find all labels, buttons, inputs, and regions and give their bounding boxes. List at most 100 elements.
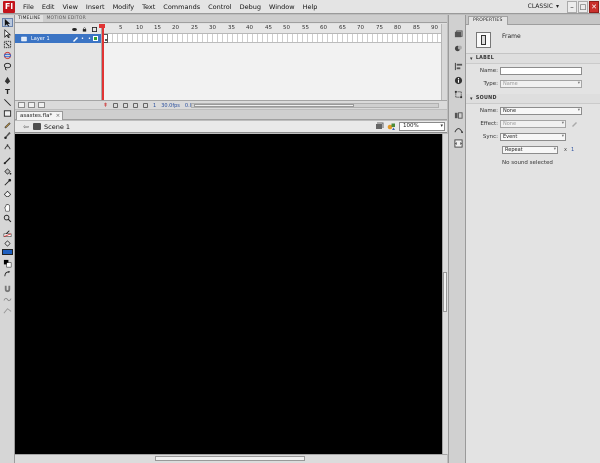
onion-markers-icon[interactable]: [143, 103, 149, 108]
delete-layer-button[interactable]: [38, 102, 45, 108]
chevron-down-icon[interactable]: ▾: [556, 3, 559, 10]
menu-edit[interactable]: Edit: [38, 0, 59, 14]
edit-scene-icon[interactable]: [375, 122, 384, 131]
pen-tool-icon[interactable]: [2, 76, 13, 85]
fill-color-icon[interactable]: [2, 239, 13, 248]
snap-to-objects-icon[interactable]: [2, 284, 13, 293]
repeat-select[interactable]: Repeat ▾: [502, 145, 558, 154]
straighten-icon[interactable]: [2, 306, 13, 315]
sound-section-header[interactable]: ▾ SOUND: [466, 94, 600, 104]
layer-row[interactable]: Layer 1 • •: [15, 34, 101, 43]
menu-insert[interactable]: Insert: [82, 0, 109, 14]
effect-select[interactable]: None ▾: [500, 119, 566, 128]
menu-commands[interactable]: Commands: [159, 0, 204, 14]
onion-outline-icon[interactable]: [123, 103, 129, 108]
rectangle-tool-icon[interactable]: [2, 109, 13, 118]
bone-tool-icon[interactable]: [2, 156, 13, 165]
stroke-color-icon[interactable]: [2, 228, 13, 237]
subselection-tool-icon[interactable]: [2, 29, 13, 38]
scroll-thumb[interactable]: [443, 272, 447, 312]
info-panel-icon[interactable]: [453, 75, 463, 85]
deco-tool-icon[interactable]: [2, 142, 13, 151]
layer-outline-box[interactable]: [93, 36, 98, 41]
menu-modify[interactable]: Modify: [109, 0, 139, 14]
layer-visible-dot[interactable]: •: [79, 36, 86, 42]
frame-rate[interactable]: 30.0fps: [161, 103, 180, 109]
chevron-down-icon[interactable]: ▾: [554, 147, 556, 153]
timeline-horizontal-scrollbar[interactable]: [191, 103, 439, 108]
eraser-tool-icon[interactable]: [2, 189, 13, 198]
lasso-tool-icon[interactable]: [2, 62, 13, 71]
pencil-tool-icon[interactable]: [2, 120, 13, 129]
new-folder-button[interactable]: [28, 102, 35, 108]
menu-window[interactable]: Window: [265, 0, 299, 14]
lock-icon[interactable]: [82, 26, 87, 32]
chevron-down-icon[interactable]: ▾: [562, 134, 564, 140]
layer-name[interactable]: Layer 1: [27, 36, 72, 42]
free-transform-tool-icon[interactable]: [2, 40, 13, 49]
menu-view[interactable]: View: [58, 0, 81, 14]
onion-skin-icon[interactable]: [113, 103, 119, 108]
menu-file[interactable]: File: [19, 0, 38, 14]
transform-panel-icon[interactable]: [453, 89, 463, 99]
fill-color-swatch[interactable]: [2, 249, 13, 255]
chevron-down-icon[interactable]: ▾: [562, 121, 564, 127]
outline-icon[interactable]: [92, 26, 97, 32]
black-white-icon[interactable]: [2, 259, 13, 268]
smooth-icon[interactable]: [2, 295, 13, 304]
label-section-header[interactable]: ▾ LABEL: [466, 54, 600, 64]
frame-ruler[interactable]: 5 10 15 20 25 30 35 40 45 50 55 60 65 70…: [103, 24, 441, 34]
new-layer-button[interactable]: [18, 102, 25, 108]
triangle-down-icon[interactable]: ▾: [470, 96, 473, 102]
code-snippets-icon[interactable]: [453, 138, 463, 148]
document-tab[interactable]: asastes.fla* ×: [16, 111, 64, 120]
timeline-vertical-scrollbar[interactable]: [441, 24, 447, 100]
tab-properties[interactable]: PROPERTIES: [468, 16, 508, 25]
frame-row[interactable]: [103, 34, 441, 43]
playhead[interactable]: [99, 24, 105, 100]
scroll-thumb[interactable]: [194, 104, 354, 107]
text-tool-icon[interactable]: T: [2, 87, 13, 96]
zoom-select[interactable]: 100% ▾: [399, 122, 445, 131]
label-type-select[interactable]: Name ▾: [500, 79, 582, 88]
swap-colors-icon[interactable]: [2, 270, 13, 279]
menu-text[interactable]: Text: [138, 0, 159, 14]
components-panel-icon[interactable]: [453, 110, 463, 120]
stage[interactable]: [15, 134, 442, 454]
paint-bucket-tool-icon[interactable]: [2, 167, 13, 176]
color-panel-icon[interactable]: [453, 43, 463, 53]
sync-select[interactable]: Event ▾: [500, 132, 566, 141]
eyedropper-tool-icon[interactable]: [2, 178, 13, 187]
3d-rotation-tool-icon[interactable]: [2, 51, 13, 60]
maximize-button[interactable]: □: [578, 0, 588, 13]
minimize-button[interactable]: –: [567, 0, 577, 13]
menu-help[interactable]: Help: [299, 0, 322, 14]
chevron-down-icon[interactable]: ▾: [440, 123, 443, 130]
edit-multiple-frames-icon[interactable]: [133, 103, 139, 108]
playhead-handle[interactable]: [99, 24, 105, 28]
chevron-down-icon[interactable]: ▾: [578, 81, 580, 87]
stage-horizontal-scrollbar[interactable]: [15, 454, 447, 463]
zoom-tool-icon[interactable]: [2, 214, 13, 223]
back-arrow-icon[interactable]: ⇦: [21, 122, 31, 132]
triangle-down-icon[interactable]: ▾: [470, 56, 473, 62]
close-button[interactable]: ✕: [589, 0, 599, 13]
repeat-count[interactable]: 1: [571, 147, 574, 153]
menu-control[interactable]: Control: [204, 0, 236, 14]
brush-tool-icon[interactable]: [2, 131, 13, 140]
current-frame[interactable]: 1: [153, 103, 156, 109]
workspace-switcher[interactable]: CLASSIC: [528, 3, 556, 10]
hand-tool-icon[interactable]: [2, 203, 13, 212]
line-tool-icon[interactable]: [2, 98, 13, 107]
chevron-down-icon[interactable]: ▾: [578, 108, 580, 114]
frame-grid[interactable]: 5 10 15 20 25 30 35 40 45 50 55 60 65 70…: [99, 24, 441, 100]
edit-effect-pencil-icon[interactable]: [570, 120, 578, 128]
label-name-input[interactable]: [500, 66, 582, 75]
align-panel-icon[interactable]: [453, 61, 463, 71]
close-icon[interactable]: ×: [56, 112, 61, 120]
tab-timeline[interactable]: TIMELINE: [15, 15, 44, 22]
layer-lock-dot[interactable]: •: [86, 36, 93, 42]
menu-debug[interactable]: Debug: [236, 0, 265, 14]
center-frame-icon[interactable]: ⇞: [103, 102, 108, 109]
library-icon[interactable]: [453, 29, 463, 39]
